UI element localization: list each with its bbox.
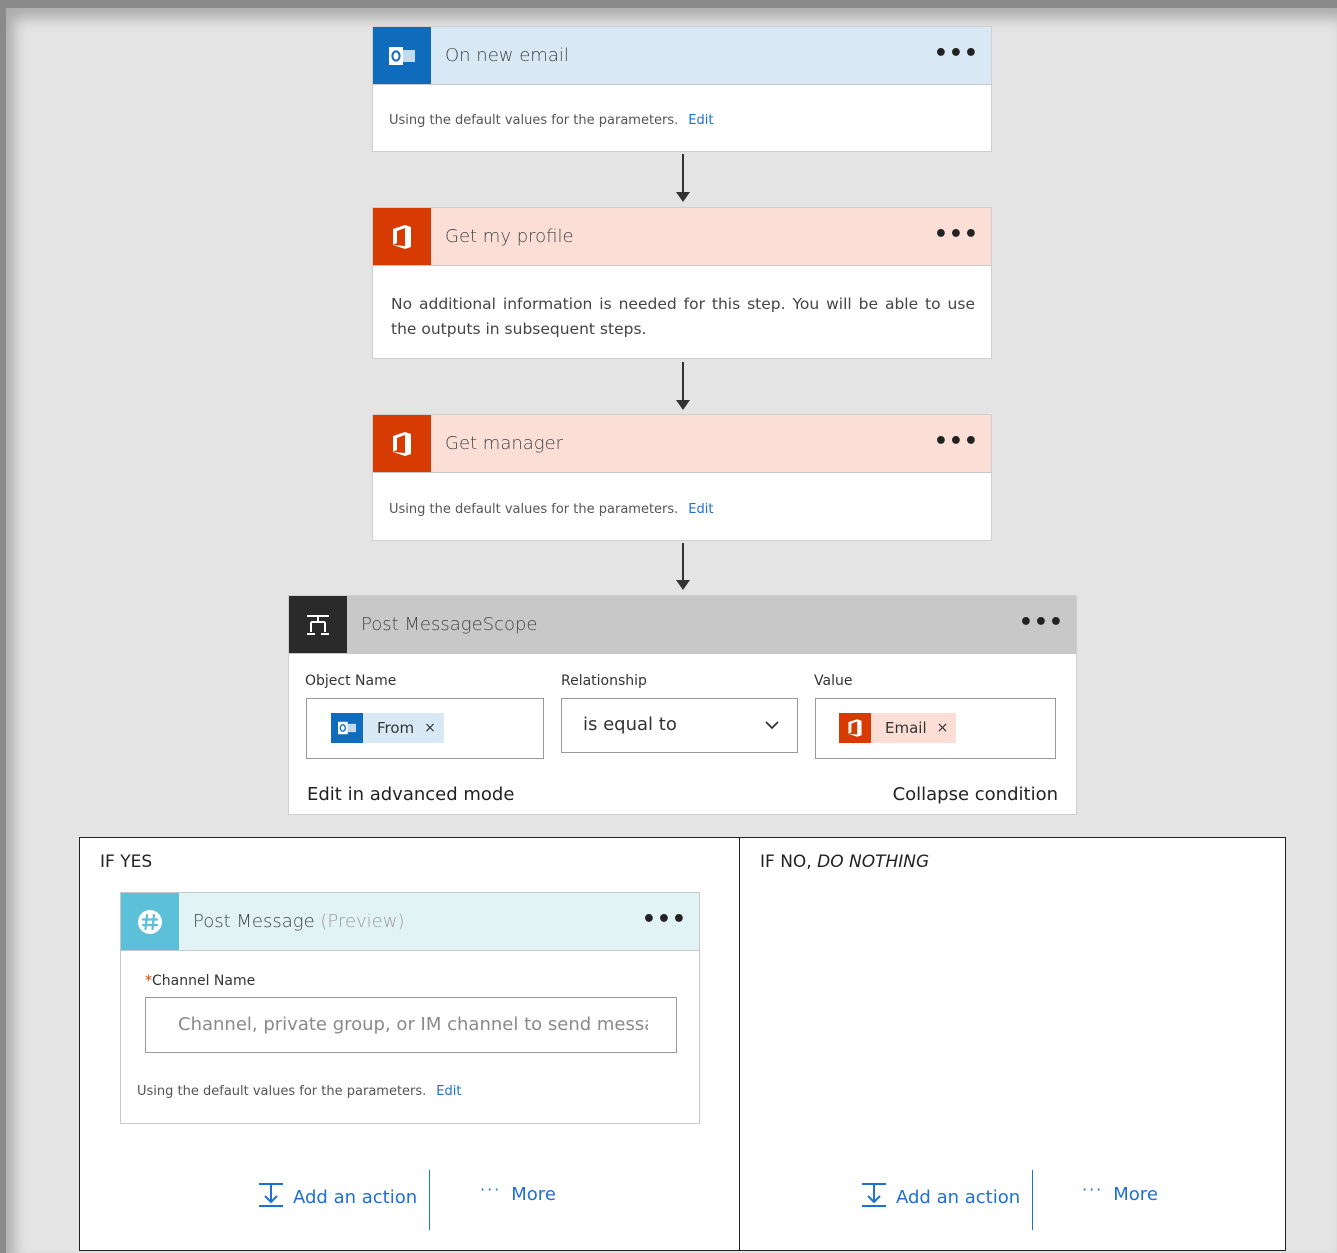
if-yes-add-action-button[interactable]: Add an action [257, 1182, 417, 1212]
channel-name-label: *Channel Name [145, 973, 255, 989]
trigger-card-on-new-email[interactable]: On new email ••• Using the default value… [372, 26, 992, 152]
condition-card[interactable]: Post MessageScope ••• Object Name From ×… [288, 595, 1077, 815]
manager-edit-link[interactable]: Edit [688, 502, 713, 517]
if-no-add-action-label: Add an action [896, 1186, 1021, 1208]
channel-name-label-text: Channel Name [152, 973, 256, 989]
preview-tag: (Preview) [320, 911, 405, 932]
condition-more-menu[interactable]: ••• [1019, 596, 1064, 650]
post-message-title-text: Post Message [193, 911, 315, 932]
channel-name-input[interactable]: Channel, private group, or IM channel to… [145, 997, 677, 1053]
if-yes-title: IF YES [100, 852, 153, 872]
if-no-title-italic: DO NOTHING [817, 852, 930, 872]
remove-token-icon[interactable]: × [933, 720, 957, 736]
if-no-separator [1032, 1170, 1033, 1230]
manager-more-menu[interactable]: ••• [934, 415, 979, 469]
relationship-select[interactable]: is equal to [561, 698, 798, 753]
if-no-branch: IF NO, DO NOTHING Add an action ··· More [739, 837, 1286, 1251]
post-message-edit-link[interactable]: Edit [436, 1084, 461, 1099]
profile-card-header[interactable]: Get my profile ••• [373, 208, 991, 266]
action-card-get-manager[interactable]: Get manager ••• Using the default values… [372, 414, 992, 541]
post-message-more-menu[interactable]: ••• [642, 893, 687, 947]
profile-more-menu[interactable]: ••• [934, 208, 979, 262]
profile-body-text: No additional information is needed for … [391, 295, 975, 338]
manager-body: Using the default values for the paramet… [389, 498, 713, 517]
post-message-body-text: Using the default values for the paramet… [137, 1084, 427, 1099]
post-message-header[interactable]: Post Message (Preview) ••• [121, 893, 699, 951]
office-icon [839, 713, 871, 743]
trigger-more-menu[interactable]: ••• [934, 27, 979, 81]
trigger-title: On new email [445, 45, 569, 66]
object-name-field[interactable]: From × [306, 698, 544, 759]
if-yes-separator [429, 1170, 430, 1230]
trigger-body-text: Using the default values for the paramet… [389, 113, 679, 128]
manager-card-header[interactable]: Get manager ••• [373, 415, 991, 473]
object-name-label: Object Name [305, 673, 397, 689]
email-token[interactable]: Email × [839, 713, 957, 743]
if-no-title: IF NO, DO NOTHING [760, 852, 929, 872]
trigger-edit-link[interactable]: Edit [688, 113, 713, 128]
remove-token-icon[interactable]: × [420, 720, 444, 736]
flow-arrow-2 [682, 362, 684, 400]
trigger-body: Using the default values for the paramet… [389, 109, 713, 128]
add-action-icon [860, 1182, 888, 1212]
collapse-condition-link[interactable]: Collapse condition [893, 784, 1058, 805]
relationship-label: Relationship [561, 673, 647, 689]
post-message-body: Using the default values for the paramet… [137, 1080, 461, 1099]
flow-arrowhead-2 [676, 400, 690, 410]
if-no-add-action-button[interactable]: Add an action [860, 1182, 1020, 1212]
value-label: Value [814, 673, 853, 689]
value-field[interactable]: Email × [815, 698, 1056, 759]
if-no-more-label: More [1113, 1184, 1158, 1205]
outlook-icon [373, 27, 431, 84]
if-yes-more-label: More [511, 1184, 556, 1205]
flow-arrowhead-1 [676, 192, 690, 202]
required-marker: * [145, 973, 152, 989]
slack-icon [121, 893, 179, 950]
trigger-card-header[interactable]: On new email ••• [373, 27, 991, 85]
from-token[interactable]: From × [331, 713, 444, 743]
if-yes-add-action-label: Add an action [293, 1186, 418, 1208]
channel-name-placeholder: Channel, private group, or IM channel to… [178, 1014, 648, 1035]
condition-title: Post MessageScope [361, 614, 538, 635]
if-no-more-button[interactable]: ··· More [1082, 1180, 1158, 1205]
edit-advanced-mode-link[interactable]: Edit in advanced mode [307, 784, 514, 805]
manager-title: Get manager [445, 433, 564, 454]
action-card-post-message[interactable]: Post Message (Preview) ••• *Channel Name… [120, 892, 700, 1124]
ellipsis-icon: ··· [1082, 1180, 1104, 1199]
condition-icon [289, 596, 347, 653]
flow-arrow-1 [682, 154, 684, 192]
if-no-title-prefix: IF NO, [760, 852, 812, 872]
ellipsis-icon: ··· [480, 1180, 502, 1199]
if-yes-more-button[interactable]: ··· More [480, 1180, 556, 1205]
add-action-icon [257, 1182, 285, 1212]
profile-title: Get my profile [445, 226, 574, 247]
condition-card-header[interactable]: Post MessageScope ••• [289, 596, 1076, 654]
action-card-get-my-profile[interactable]: Get my profile ••• No additional informa… [372, 207, 992, 359]
manager-body-text: Using the default values for the paramet… [389, 502, 679, 517]
flow-arrow-3 [682, 543, 684, 580]
chevron-down-icon[interactable] [765, 715, 779, 734]
relationship-value: is equal to [583, 714, 677, 735]
office-icon [373, 415, 431, 472]
email-token-label: Email [885, 719, 927, 737]
from-token-label: From [377, 719, 415, 737]
post-message-title: Post Message (Preview) [193, 893, 405, 951]
outlook-icon [331, 713, 363, 743]
office-icon [373, 208, 431, 265]
if-yes-branch: IF YES Post Message (Preview) ••• *Chann… [79, 837, 740, 1251]
flow-arrowhead-3 [676, 580, 690, 590]
